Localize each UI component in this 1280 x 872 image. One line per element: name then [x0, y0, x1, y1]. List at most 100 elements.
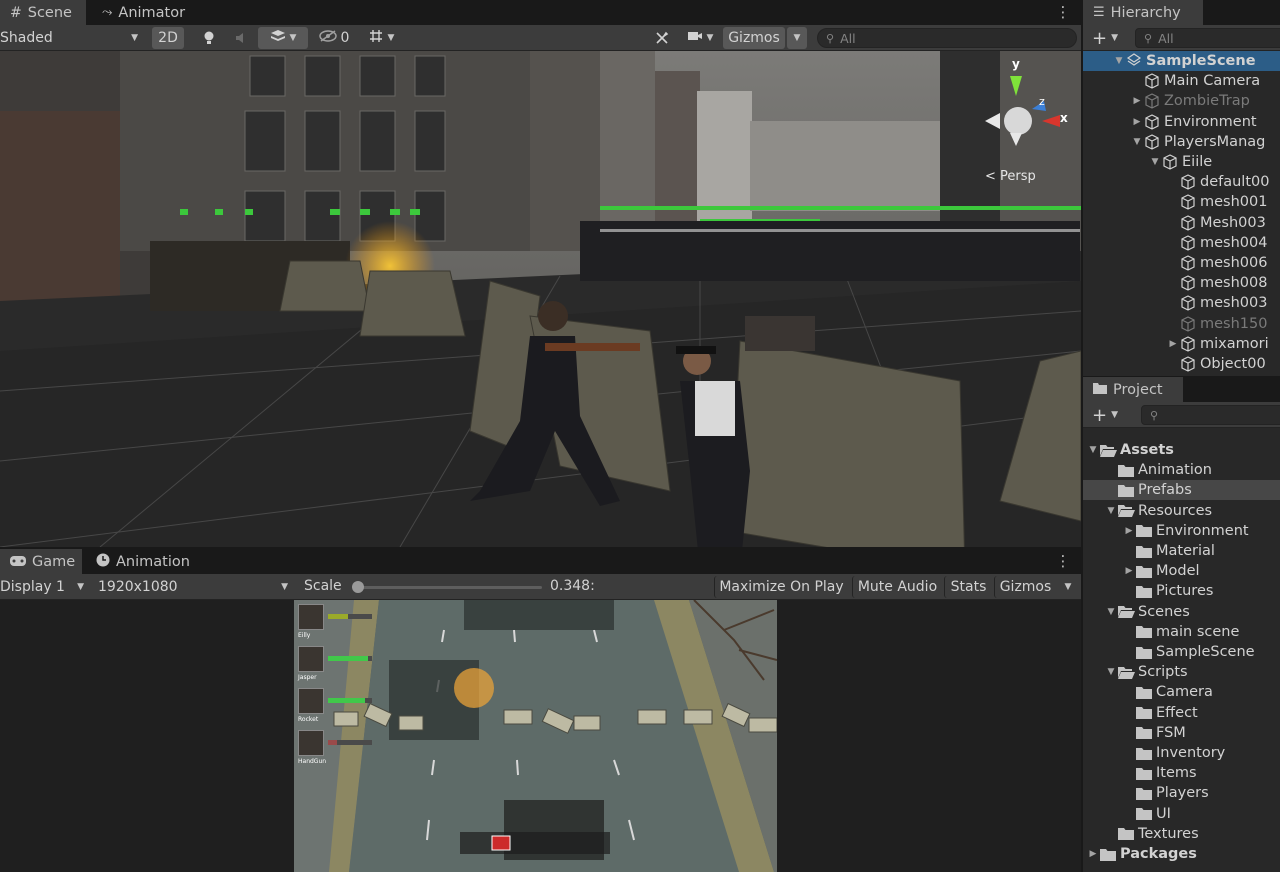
- project-item[interactable]: Players: [1083, 783, 1280, 803]
- expand-down-icon[interactable]: ▼: [1113, 56, 1125, 66]
- expand-down-icon[interactable]: ▼: [1105, 667, 1117, 677]
- hierarchy-item[interactable]: Mesh003: [1083, 213, 1280, 233]
- hierarchy-item-label: Object00: [1200, 356, 1266, 372]
- lighting-toggle-icon[interactable]: [196, 27, 222, 49]
- project-item[interactable]: ▼ Scenes: [1083, 602, 1280, 622]
- project-item[interactable]: ▶ Model: [1083, 561, 1280, 581]
- gizmos-dropdown[interactable]: ▼: [787, 27, 807, 49]
- hierarchy-item[interactable]: mesh008: [1083, 273, 1280, 293]
- gizmos-button[interactable]: Gizmos: [723, 27, 785, 49]
- tools-icon[interactable]: [650, 27, 674, 49]
- gizmos-label: Gizmos: [728, 30, 780, 46]
- project-item[interactable]: UI: [1083, 804, 1280, 824]
- game-canvas[interactable]: Eilly Jasper Rocket HandGun: [0, 600, 1081, 872]
- audio-toggle-icon[interactable]: [228, 27, 254, 49]
- project-item[interactable]: Animation: [1083, 460, 1280, 480]
- hierarchy-item[interactable]: mesh003: [1083, 293, 1280, 313]
- tab-hierarchy[interactable]: ☰ Hierarchy: [1083, 0, 1203, 25]
- project-item[interactable]: Prefabs: [1083, 480, 1280, 501]
- expand-right-icon[interactable]: ▶: [1167, 339, 1179, 349]
- hierarchy-item[interactable]: default00: [1083, 172, 1280, 192]
- game-more-menu-icon[interactable]: ⋮: [1055, 553, 1071, 569]
- project-item[interactable]: ▼ Scripts: [1083, 662, 1280, 682]
- tab-animation[interactable]: Animation: [86, 549, 200, 574]
- hierarchy-item[interactable]: ▼ SampleScene: [1083, 51, 1280, 71]
- scale-slider-thumb[interactable]: [352, 581, 364, 593]
- project-item[interactable]: Inventory: [1083, 743, 1280, 763]
- tab-scene[interactable]: # Scene: [0, 0, 86, 25]
- camera-settings-dropdown[interactable]: ▼: [680, 27, 720, 49]
- maximize-on-play-toggle[interactable]: Maximize On Play: [714, 576, 848, 598]
- player-health-fill: [328, 698, 366, 703]
- player-card[interactable]: Rocket: [298, 688, 378, 726]
- draw-mode-dropdown[interactable]: Shaded ▼: [0, 27, 144, 49]
- projection-toggle[interactable]: < Persp: [985, 169, 1036, 184]
- project-item[interactable]: Camera: [1083, 682, 1280, 702]
- project-item[interactable]: Items: [1083, 763, 1280, 783]
- tab-game[interactable]: Game: [0, 549, 82, 574]
- player-health-bar: [328, 698, 372, 703]
- hierarchy-item[interactable]: mesh150: [1083, 314, 1280, 334]
- expand-down-icon[interactable]: ▼: [1105, 607, 1117, 617]
- project-item[interactable]: ▼ Assets: [1083, 440, 1280, 460]
- grid-snap-dropdown[interactable]: ▼: [356, 27, 406, 49]
- project-item[interactable]: Textures: [1083, 824, 1280, 844]
- expand-right-icon[interactable]: ▶: [1131, 96, 1143, 106]
- expand-right-icon[interactable]: ▶: [1131, 117, 1143, 127]
- project-item[interactable]: Pictures: [1083, 581, 1280, 601]
- expand-right-icon[interactable]: ▶: [1087, 849, 1099, 859]
- hierarchy-item[interactable]: ▶ ZombieTrap: [1083, 91, 1280, 111]
- hierarchy-item[interactable]: Object00: [1083, 354, 1280, 374]
- project-create-dropdown[interactable]: + ▼: [1087, 404, 1123, 426]
- stats-toggle[interactable]: Stats: [944, 576, 992, 598]
- expand-down-icon[interactable]: ▼: [1131, 137, 1143, 147]
- game-gizmos-toggle[interactable]: Gizmos: [994, 576, 1056, 598]
- hierarchy-item[interactable]: ▼ Eiile: [1083, 152, 1280, 172]
- scene-search-input[interactable]: ⚲ All: [817, 28, 1077, 48]
- folder-icon: [1117, 462, 1135, 478]
- chevron-down-icon: ▼: [387, 33, 395, 43]
- hierarchy-item[interactable]: ▶ mixamori: [1083, 334, 1280, 354]
- project-tree: ▼ Assets Animation Prefabs ▼ Resources ▶ Enviro…: [1083, 440, 1280, 872]
- expand-right-icon[interactable]: ▶: [1123, 526, 1135, 536]
- mute-audio-toggle[interactable]: Mute Audio: [852, 576, 942, 598]
- tab-animator[interactable]: ⤳ Animator: [92, 0, 195, 25]
- project-search-input[interactable]: ⚲: [1141, 405, 1280, 425]
- project-item[interactable]: SampleScene: [1083, 642, 1280, 662]
- project-item[interactable]: ▶ Environment: [1083, 521, 1280, 541]
- scene-viewport[interactable]: y z x < Persp: [0, 51, 1081, 547]
- folder-icon: [1117, 826, 1135, 842]
- player-card[interactable]: Eilly: [298, 604, 378, 642]
- create-dropdown[interactable]: + ▼: [1087, 27, 1123, 49]
- game-gizmos-dropdown[interactable]: ▼: [1058, 576, 1078, 598]
- hierarchy-item[interactable]: mesh001: [1083, 192, 1280, 212]
- expand-down-icon[interactable]: ▼: [1105, 506, 1117, 516]
- hierarchy-item[interactable]: mesh006: [1083, 253, 1280, 273]
- resolution-dropdown[interactable]: 1920x1080 ▼: [94, 576, 294, 598]
- project-item[interactable]: ▶ Packages: [1083, 844, 1280, 864]
- player-card[interactable]: HandGun: [298, 730, 378, 768]
- tab-project[interactable]: Project: [1083, 377, 1183, 402]
- project-item[interactable]: main scene: [1083, 622, 1280, 642]
- display-dropdown[interactable]: Display 1 ▼: [0, 576, 90, 598]
- hierarchy-item[interactable]: ▶ Environment: [1083, 112, 1280, 132]
- hidden-objects-toggle[interactable]: 0: [314, 27, 354, 49]
- project-item[interactable]: Effect: [1083, 703, 1280, 723]
- expand-down-icon[interactable]: ▼: [1149, 157, 1161, 167]
- expand-down-icon[interactable]: ▼: [1087, 445, 1099, 455]
- hierarchy-search-input[interactable]: ⚲ All: [1135, 28, 1280, 48]
- hierarchy-item-label: mesh004: [1200, 234, 1268, 251]
- project-item[interactable]: ▼ Resources: [1083, 501, 1280, 521]
- hierarchy-item[interactable]: ▼ PlayersManag: [1083, 132, 1280, 152]
- expand-right-icon[interactable]: ▶: [1123, 566, 1135, 576]
- project-item[interactable]: Material: [1083, 541, 1280, 561]
- toggle-2d-button[interactable]: 2D: [152, 27, 184, 49]
- scene-toolbar: Shaded ▼ 2D ▼ 0 ▼ ▼ Gizmos ▼ ⚲ All: [0, 25, 1081, 51]
- effects-dropdown[interactable]: ▼: [258, 27, 308, 49]
- hierarchy-item[interactable]: mesh004: [1083, 233, 1280, 253]
- scale-slider-track[interactable]: [352, 581, 542, 593]
- player-card[interactable]: Jasper: [298, 646, 378, 684]
- scene-more-menu-icon[interactable]: ⋮: [1055, 4, 1071, 20]
- hierarchy-item[interactable]: Main Camera: [1083, 71, 1280, 91]
- project-item[interactable]: FSM: [1083, 723, 1280, 743]
